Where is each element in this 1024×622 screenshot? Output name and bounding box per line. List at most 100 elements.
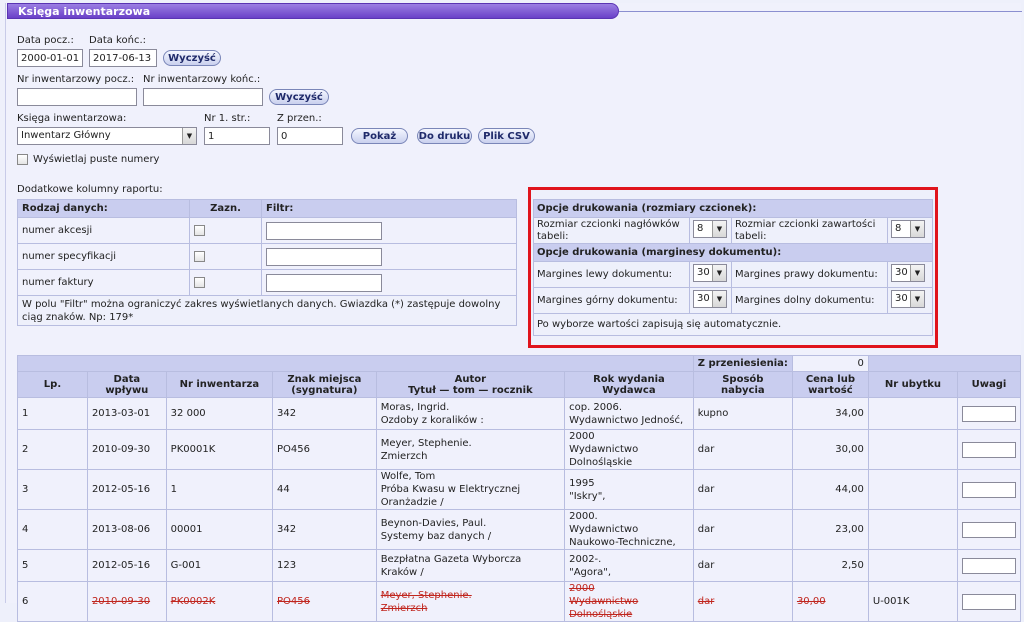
notes-input[interactable]: [962, 557, 1016, 574]
cell-acq: dar: [692, 509, 793, 550]
col-author: Autor Tytuł — tom — rocznik: [375, 371, 566, 398]
cell-inv: PK0001K: [165, 429, 274, 470]
notes-input[interactable]: [962, 441, 1016, 458]
cell-inv: 1: [165, 469, 274, 510]
top-margin-label: Margines górny dokumentu:: [533, 287, 690, 314]
chevron-down-icon: ▼: [910, 221, 924, 237]
extra-row-filter[interactable]: [266, 273, 382, 292]
cell-sign: 44: [272, 469, 377, 510]
cell-acq: dar: [692, 581, 793, 622]
col-loss: Nr ubytku: [867, 371, 959, 398]
clear-dates-button[interactable]: Wyczyść: [163, 50, 221, 66]
col-date: Data wpływu: [86, 371, 167, 398]
bottom-margin-value: 30: [895, 293, 908, 304]
book-select[interactable]: Inwentarz Główny ▼: [17, 127, 197, 145]
notes-input[interactable]: [962, 521, 1016, 538]
cell-sign: PO456: [272, 429, 377, 470]
inv-to-input[interactable]: [143, 88, 263, 106]
notes-input[interactable]: [962, 481, 1016, 498]
margins-header: Opcje drukowania (marginesy dokumentu):: [533, 243, 933, 262]
chevron-down-icon: ▼: [910, 291, 924, 307]
cell-publisher: "Iskry",: [569, 490, 606, 502]
cell-author-name: Meyer, Stephenie.: [380, 589, 472, 601]
cell-inv: G-001: [165, 549, 274, 582]
cell-year: 2000 Wydawnictwo Dolnośląskie: [564, 581, 694, 622]
cell-lp: 6: [17, 581, 88, 622]
extra-columns-caption: Dodatkowe kolumny raportu:: [17, 184, 163, 195]
cell-price: 2,50: [791, 549, 869, 582]
right-margin-label: Margines prawy dokumentu:: [731, 261, 888, 288]
extra-row-filter[interactable]: [266, 247, 382, 266]
cell-date: 2010-09-30: [86, 581, 167, 622]
col-year-line2: Wydawca: [602, 384, 656, 396]
page-title: Księga inwentarzowa: [18, 5, 151, 18]
col-lp: Lp.: [17, 371, 88, 398]
notes-input[interactable]: [962, 405, 1016, 422]
header-font-select[interactable]: 8 ▼: [693, 220, 727, 238]
date-from-input[interactable]: [17, 49, 83, 67]
cell-loss: [867, 549, 959, 582]
extra-row-checkbox[interactable]: [194, 277, 205, 288]
chevron-down-icon: ▼: [712, 265, 726, 281]
cell-publisher: Wydawnictwo Naukowo-Techniczne,: [569, 524, 676, 548]
top-margin-select[interactable]: 30 ▼: [693, 290, 727, 308]
extra-row-filter[interactable]: [266, 221, 382, 240]
cell-date: 2013-08-06: [86, 509, 167, 550]
bottom-margin-label: Margines dolny dokumentu:: [731, 287, 888, 314]
chevron-down-icon: ▼: [712, 221, 726, 237]
csv-button[interactable]: Plik CSV: [478, 128, 535, 144]
col-acq: Sposób nabycia: [692, 371, 793, 398]
empty-numbers-label: Wyświetlaj puste numery: [33, 154, 160, 165]
date-from-label: Data pocz.:: [17, 35, 74, 46]
chevron-down-icon: ▼: [712, 291, 726, 307]
chevron-down-icon: ▼: [182, 128, 196, 144]
extra-row: numer specyfikacji: [17, 243, 517, 270]
page-input[interactable]: [204, 127, 270, 145]
cell-year: 2002-. "Agora",: [564, 549, 694, 582]
extra-row: numer faktury: [17, 269, 517, 296]
cell-publisher: Wydawnictwo Jedność,: [569, 414, 684, 426]
col-acq-line1: Sposób: [722, 373, 764, 385]
col-sign-line2: (sygnatura): [291, 384, 358, 396]
carry-input[interactable]: [277, 127, 343, 145]
bottom-margin-select[interactable]: 30 ▼: [891, 290, 925, 308]
col-filter: Filtr:: [261, 199, 517, 218]
date-to-input[interactable]: [89, 49, 157, 67]
extra-row: numer akcesji: [17, 217, 517, 244]
book-select-value: Inwentarz Główny: [21, 130, 111, 141]
cell-price: 44,00: [791, 469, 869, 510]
cell-inv: 00001: [165, 509, 274, 550]
cell-year-value: 2000: [569, 583, 595, 594]
title-underline: [619, 11, 1022, 12]
cell-loss: [867, 397, 959, 430]
print-button[interactable]: Do druku: [417, 128, 472, 144]
extra-row-checkbox[interactable]: [194, 225, 205, 236]
right-margin-value: 30: [895, 267, 908, 278]
col-author-line1: Autor: [454, 373, 487, 385]
date-to-label: Data końc.:: [89, 35, 146, 46]
clear-range-button[interactable]: Wyczyść: [269, 89, 329, 105]
cell-price: 23,00: [791, 509, 869, 550]
col-notes: Uwagi: [957, 371, 1021, 398]
cell-author: Meyer, Stephenie. Zmierzch: [375, 429, 566, 470]
inv-from-input[interactable]: [17, 88, 137, 106]
empty-numbers-checkbox[interactable]: [17, 154, 28, 165]
notes-input[interactable]: [962, 593, 1016, 610]
cell-sign: 342: [272, 397, 377, 430]
content-font-select[interactable]: 8 ▼: [891, 220, 925, 238]
left-margin-select[interactable]: 30 ▼: [693, 264, 727, 282]
cell-author: Beynon-Davies, Paul. Systemy baz danych /: [375, 509, 566, 550]
cell-inv: PK0002K: [165, 581, 274, 622]
show-button[interactable]: Pokaż: [351, 128, 408, 144]
extra-row-checkbox[interactable]: [194, 251, 205, 262]
cell-loss: [867, 469, 959, 510]
cell-author: Moras, Ingrid. Ozdoby z koralików :: [375, 397, 566, 430]
cell-year-value: 2002-.: [569, 553, 602, 565]
right-margin-select[interactable]: 30 ▼: [891, 264, 925, 282]
col-year: Rok wydania Wydawca: [564, 371, 694, 398]
chevron-down-icon: ▼: [910, 265, 924, 281]
cell-publisher: Wydawnictwo Dolnośląskie: [569, 444, 639, 468]
cell-author-name: Wolfe, Tom: [380, 471, 436, 482]
cell-price: 30,00: [791, 581, 869, 622]
table-row: 1 2013-03-01 32 000 342 Moras, Ingrid. Oz…: [17, 397, 1021, 430]
